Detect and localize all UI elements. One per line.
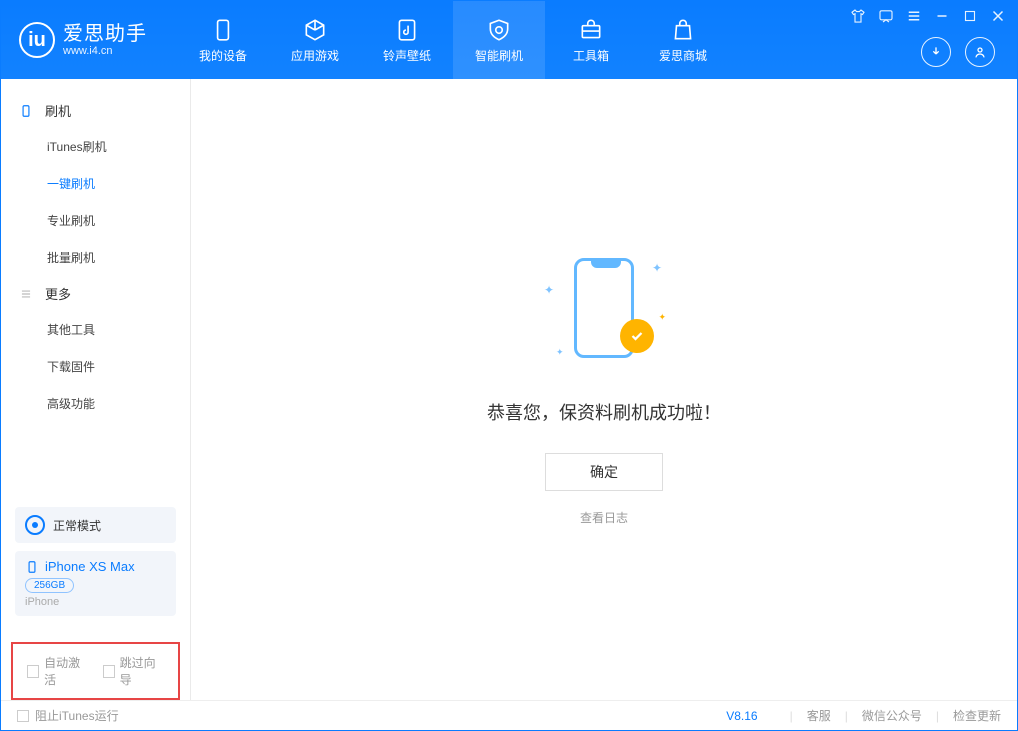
nav-tab-label: 铃声壁纸 [383,47,431,64]
toolbox-icon [578,17,604,43]
tshirt-icon[interactable] [849,7,867,25]
device-info-box[interactable]: iPhone XS Max 256GB iPhone [15,551,176,616]
sidebar-item-batch-flash[interactable]: 批量刷机 [1,239,190,276]
sidebar-item-onekey-flash[interactable]: 一键刷机 [1,165,190,202]
app-name-cn: 爱思助手 [63,23,147,45]
mode-icon [25,515,45,535]
sidebar-item-other-tools[interactable]: 其他工具 [1,311,190,348]
sidebar-item-pro-flash[interactable]: 专业刷机 [1,202,190,239]
section-label: 刷机 [45,101,71,120]
device-icon [25,560,39,574]
sidebar-item-itunes-flash[interactable]: iTunes刷机 [1,128,190,165]
sidebar-section-flash: 刷机 [1,93,190,128]
check-update-link[interactable]: 检查更新 [953,707,1001,724]
app-name-en: www.i4.cn [63,45,147,57]
device-name: iPhone XS Max [45,559,135,574]
logo-icon: iu [19,22,55,58]
sparkle-icon: ✦ [652,261,662,275]
wechat-link[interactable]: 微信公众号 [862,707,922,724]
success-message: 恭喜您，保资料刷机成功啦！ [487,399,721,425]
version-label: V8.16 [726,709,757,723]
nav-tab-flash[interactable]: 智能刷机 [453,1,545,79]
refresh-shield-icon [486,17,512,43]
sparkle-icon: ✦ [658,312,666,323]
phone-icon [210,17,236,43]
device-capacity: 256GB [25,578,74,593]
nav-tab-store[interactable]: 爱思商城 [637,1,729,79]
checkbox-row-highlighted: 自动激活 跳过向导 [11,642,180,700]
sidebar: 刷机 iTunes刷机 一键刷机 专业刷机 批量刷机 更多 其他工具 下载固件 … [1,79,191,700]
maximize-icon[interactable] [961,7,979,25]
nav-tab-label: 我的设备 [199,47,247,64]
statusbar: 阻止iTunes运行 V8.16 | 客服 | 微信公众号 | 检查更新 [1,700,1017,730]
success-check-badge-icon [620,319,654,353]
skip-guide-checkbox[interactable]: 跳过向导 [103,654,165,688]
bag-icon [670,17,696,43]
checkbox-icon [103,665,115,678]
nav-tab-label: 爱思商城 [659,47,707,64]
device-type: iPhone [25,596,166,608]
success-illustration: ✦ ✦ ✦ ✦ [544,253,664,373]
nav-tab-tools[interactable]: 工具箱 [545,1,637,79]
flash-section-icon [19,104,35,118]
nav-tab-apps[interactable]: 应用游戏 [269,1,361,79]
sidebar-item-advanced[interactable]: 高级功能 [1,385,190,422]
close-icon[interactable] [989,7,1007,25]
mode-label: 正常模式 [53,517,101,534]
more-section-icon [19,287,35,301]
nav-tab-label: 工具箱 [573,47,609,64]
sidebar-section-more: 更多 [1,276,190,311]
sparkle-icon: ✦ [556,347,564,358]
app-logo: iu 爱思助手 www.i4.cn [19,22,147,58]
menu-icon[interactable] [905,7,923,25]
checkbox-label: 阻止iTunes运行 [35,707,119,724]
checkbox-label: 自动激活 [44,654,88,688]
sparkle-icon: ✦ [544,283,554,297]
block-itunes-checkbox[interactable]: 阻止iTunes运行 [17,707,119,724]
minimize-icon[interactable] [933,7,951,25]
download-button[interactable] [921,37,951,67]
nav-tabs: 我的设备 应用游戏 铃声壁纸 智能刷机 工具箱 爱思商城 [177,1,729,79]
feedback-icon[interactable] [877,7,895,25]
device-mode-box[interactable]: 正常模式 [15,507,176,543]
main-content: ✦ ✦ ✦ ✦ 恭喜您，保资料刷机成功啦！ 确定 查看日志 [191,79,1017,700]
sidebar-item-download-firmware[interactable]: 下载固件 [1,348,190,385]
view-log-link[interactable]: 查看日志 [580,509,628,526]
confirm-button[interactable]: 确定 [545,453,663,491]
nav-tab-label: 应用游戏 [291,47,339,64]
checkbox-icon [17,710,29,722]
user-button[interactable] [965,37,995,67]
nav-tab-device[interactable]: 我的设备 [177,1,269,79]
section-label: 更多 [45,284,71,303]
customer-service-link[interactable]: 客服 [807,707,831,724]
music-file-icon [394,17,420,43]
checkbox-label: 跳过向导 [120,654,164,688]
nav-tab-ringtones[interactable]: 铃声壁纸 [361,1,453,79]
auto-activate-checkbox[interactable]: 自动激活 [27,654,89,688]
nav-tab-label: 智能刷机 [475,47,523,64]
cube-icon [302,17,328,43]
checkbox-icon [27,665,39,678]
